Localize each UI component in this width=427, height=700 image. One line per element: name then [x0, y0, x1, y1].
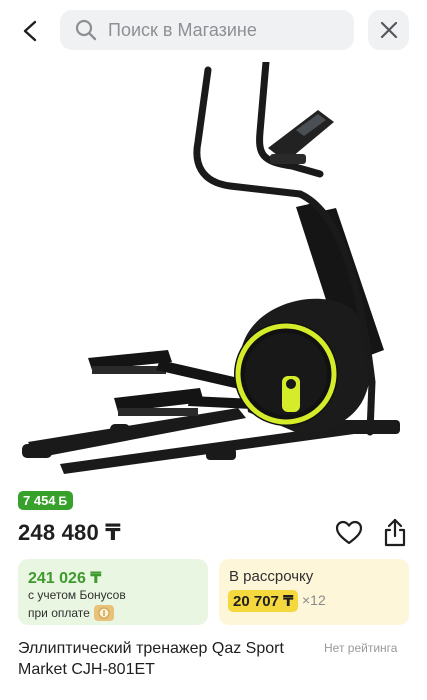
search-icon — [75, 19, 97, 41]
heart-icon — [335, 520, 363, 545]
bonus-price-card[interactable]: 241 026 ₸ с учетом Бонусов при оплате — [18, 559, 208, 625]
search-bar[interactable]: Поиск в Магазине — [60, 10, 354, 50]
bonus-badge: 7 454 Б — [18, 491, 74, 510]
installment-title: В рассрочку — [229, 568, 314, 585]
close-button[interactable] — [368, 10, 409, 50]
product-rating[interactable]: Нет рейтинга — [324, 641, 397, 655]
back-button[interactable] — [14, 14, 48, 48]
share-button[interactable] — [380, 517, 410, 549]
bonus-coin-icon — [93, 605, 114, 621]
bonus-price-amount: 241 026 ₸ — [28, 570, 102, 587]
bonus-price-note: с учетом Бонусов — [28, 588, 126, 602]
back-arrow-icon — [23, 20, 37, 42]
search-input[interactable]: Поиск в Магазине — [108, 20, 257, 41]
bonus-price-note-text: при оплате — [28, 606, 90, 620]
product-image[interactable] — [0, 62, 427, 482]
product-title: Эллиптический тренажер Qaz Sport Market … — [18, 640, 284, 678]
installment-monthly-amount: 20 707 ₸ — [228, 590, 299, 612]
bonus-badge-unit: Б — [58, 493, 68, 508]
share-icon — [384, 518, 406, 547]
bonus-price-note-2: при оплате — [28, 605, 114, 621]
installment-months: ×12 — [302, 592, 326, 608]
favorite-button[interactable] — [334, 518, 364, 548]
close-icon — [380, 21, 397, 39]
trainer-flywheel — [234, 298, 372, 434]
trainer-console — [268, 110, 334, 164]
installment-card[interactable]: В рассрочку 20 707 ₸ ×12 — [219, 559, 409, 625]
top-bar: Поиск в Магазине — [0, 0, 427, 62]
bonus-badge-value: 7 454 — [23, 493, 56, 508]
product-price: 248 480 ₸ — [18, 520, 121, 545]
